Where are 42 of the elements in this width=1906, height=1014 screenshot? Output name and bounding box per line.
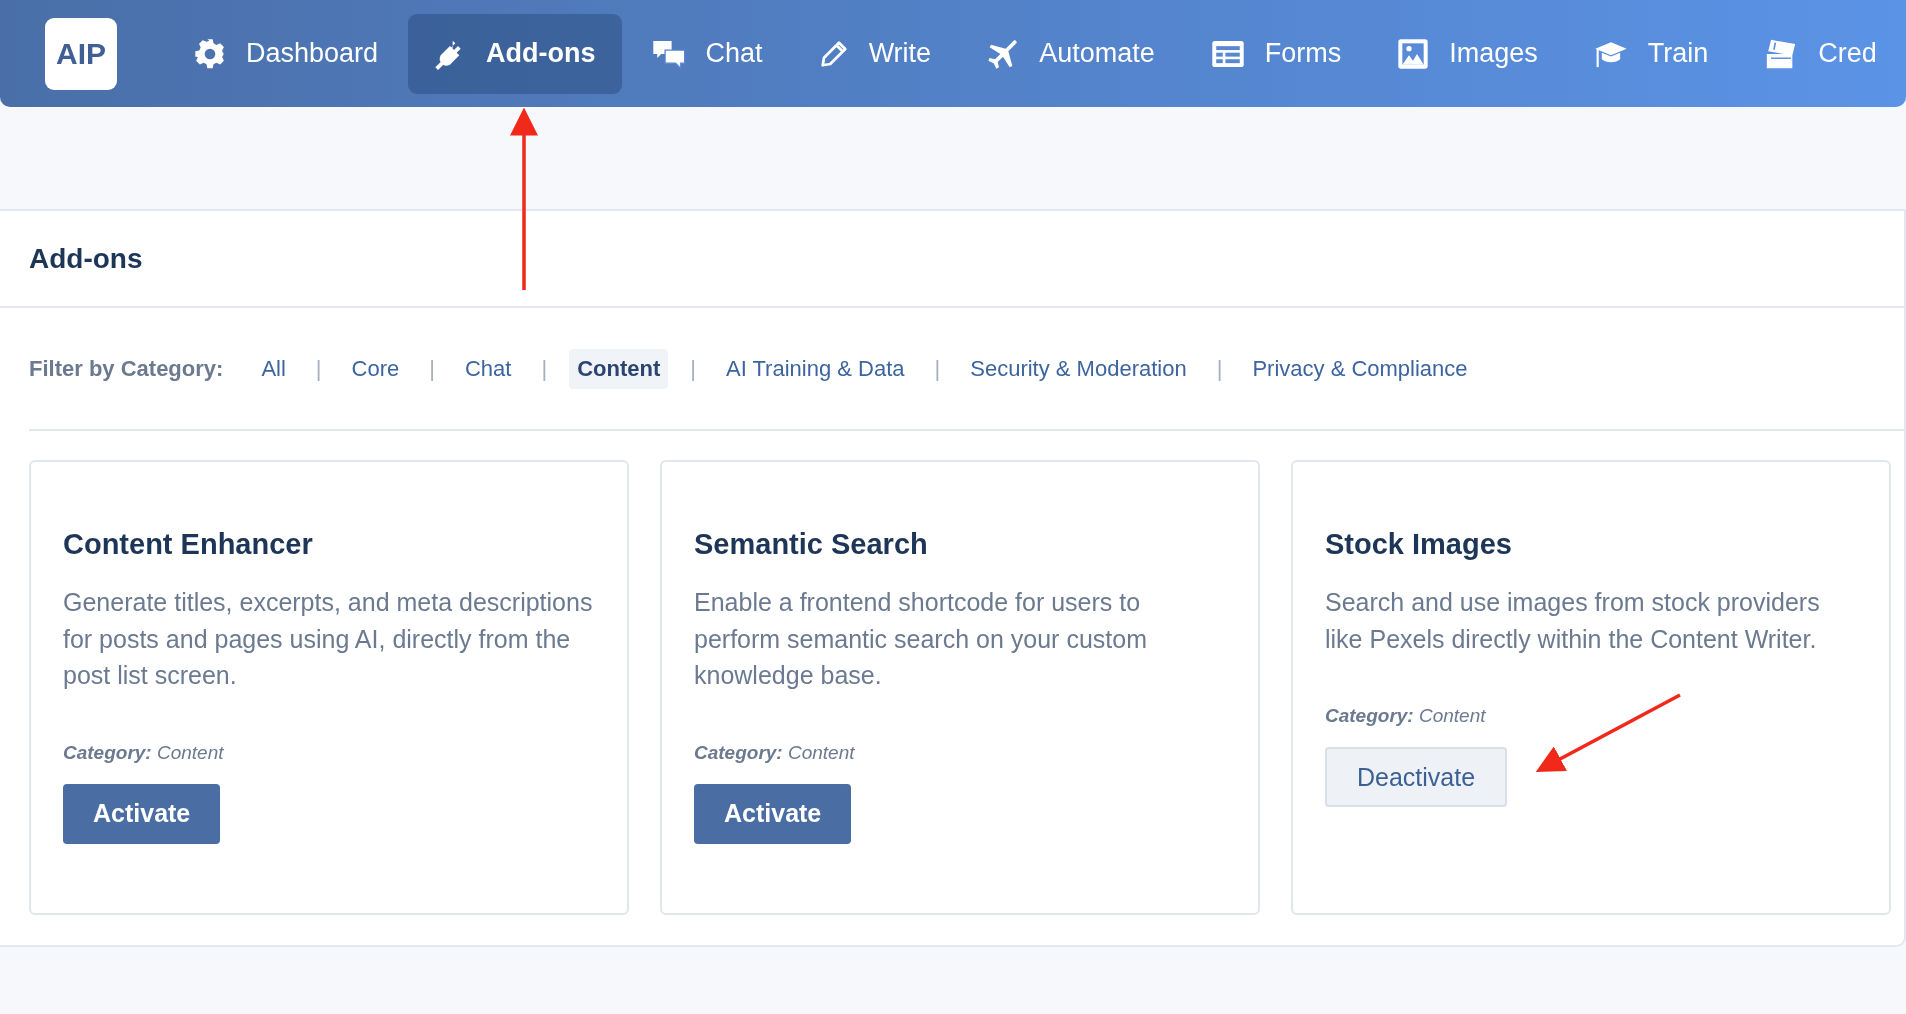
nav-tab[interactable]: Add-ons <box>408 13 622 94</box>
addon-title: Stock Images <box>1325 527 1512 562</box>
separator: | <box>690 355 696 382</box>
separator: | <box>429 355 435 382</box>
activate-button[interactable]: Activate <box>63 783 221 844</box>
activate-button[interactable]: Activate <box>694 783 852 844</box>
page-title: Add-ons <box>29 242 143 275</box>
nav-tab[interactable]: Chat <box>625 13 789 94</box>
separator: | <box>1216 355 1223 382</box>
airplane-icon <box>987 37 1020 70</box>
nav-tab[interactable]: Images <box>1371 13 1564 94</box>
logo[interactable]: AIP <box>45 17 117 90</box>
nav-tab[interactable]: Train <box>1567 13 1735 94</box>
nav-tab[interactable]: Write <box>792 13 958 94</box>
nav-tab[interactable]: Cred <box>1738 13 1903 94</box>
gear-icon <box>194 37 226 70</box>
category-filter-link[interactable]: Content <box>569 348 669 389</box>
image-icon <box>1397 37 1430 70</box>
addon-category: Category: Content <box>63 741 224 764</box>
category-filter-link[interactable]: Security & Moderation <box>962 348 1195 389</box>
form-icon <box>1210 38 1245 69</box>
separator: | <box>541 355 548 382</box>
addon-title: Semantic Search <box>694 527 928 562</box>
addon-description: Enable a frontend shortcode for users to perform semantic search on your custom knowledge base. <box>694 587 1148 691</box>
separator: | <box>315 355 322 382</box>
category-filter-link[interactable]: Core <box>343 348 408 389</box>
addon-description: Search and use images from stock providers like Pexels directly within the Content Writer. <box>1325 587 1821 655</box>
pencil-icon <box>818 38 849 69</box>
category-filter-link[interactable]: All <box>253 348 294 389</box>
addon-title: Content Enhancer <box>63 527 313 562</box>
deactivate-button[interactable]: Deactivate <box>1325 747 1508 807</box>
addon-category: Category: Content <box>694 741 855 764</box>
filter-label: Filter by Category: <box>29 355 224 382</box>
category-filter-link[interactable]: Chat <box>456 348 520 389</box>
nav-tab[interactable]: Forms <box>1184 13 1368 94</box>
addon-category: Category: Content <box>1325 705 1486 727</box>
category-filter-link[interactable]: Privacy & Compliance <box>1244 348 1476 389</box>
separator: | <box>934 355 941 382</box>
addon-description: Generate titles, excerpts, and meta descriptions for posts and pages using AI, directly from the post list screen. <box>63 587 594 691</box>
nav-tab[interactable]: Dashboard <box>168 13 405 94</box>
nav-tab[interactable]: Automate <box>961 13 1181 94</box>
category-filter-link[interactable]: AI Training & Data <box>717 348 913 389</box>
